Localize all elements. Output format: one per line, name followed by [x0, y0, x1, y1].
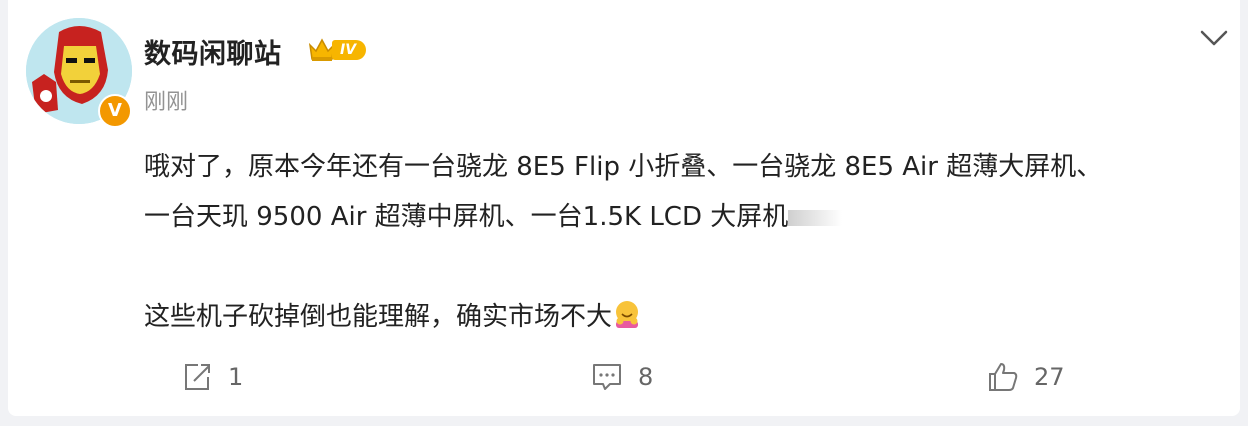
repost-count: 1	[228, 363, 244, 391]
like-count: 27	[1034, 363, 1065, 391]
like-button[interactable]: 27	[986, 360, 1065, 394]
repost-button[interactable]: 1	[180, 360, 243, 394]
vip-level-text: IV	[332, 40, 367, 60]
hug-emoji	[616, 301, 639, 328]
username[interactable]: 数码闲聊站	[144, 32, 282, 71]
vip-level-badge[interactable]: IV	[308, 36, 367, 64]
comment-button[interactable]: 8	[590, 360, 653, 394]
truncation-fade	[788, 209, 843, 226]
comment-count: 8	[638, 363, 654, 391]
like-icon	[989, 363, 1018, 391]
chevron-down-icon[interactable]	[1198, 26, 1230, 50]
post-text: 哦对了，原本今年还有一台骁龙 8E5 Flip 小折叠、一台骁龙 8E5 Air…	[144, 142, 1224, 342]
post-timestamp: 刚刚	[144, 90, 189, 115]
post-text-line: 一台天玑 9500 Air 超薄中屏机、一台1.5K LCD 大屏机	[144, 202, 789, 232]
verified-badge: V	[98, 94, 132, 128]
post-text-line: 哦对了，原本今年还有一台骁龙 8E5 Flip 小折叠、一台骁龙 8E5 Air…	[144, 152, 1103, 182]
comment-icon	[593, 364, 621, 390]
post-text-line-truncated: 一台天玑 9500 Air 超薄中屏机、一台1.5K LCD 大屏机	[144, 192, 1224, 242]
repost-icon	[185, 364, 210, 390]
post-action-bar: 1 8 27	[8, 354, 1240, 402]
post-text-line-with-emoji: 这些机子砍掉倒也能理解，确实市场不大	[144, 292, 1224, 342]
post-card: V 数码闲聊站 IV 刚刚 哦对了，原本今年还有一台骁龙 8E5 Flip 小折…	[8, 0, 1240, 416]
post-text-line: 这些机子砍掉倒也能理解，确实市场不大	[144, 302, 613, 332]
